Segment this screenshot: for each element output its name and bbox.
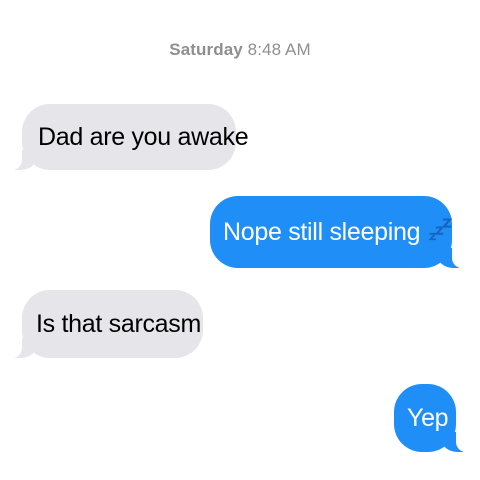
conversation-timestamp: Saturday 8:48 AM <box>0 40 480 60</box>
message-text: Nope still sleeping <box>223 217 421 246</box>
incoming-message-bubble[interactable]: Dad are you awake <box>10 104 249 170</box>
message-text: Yep <box>407 403 449 432</box>
outgoing-message-bubble[interactable]: Yep <box>394 384 468 452</box>
timestamp-day: Saturday <box>169 40 243 59</box>
message-text: Is that sarcasm <box>36 309 201 338</box>
incoming-message-bubble[interactable]: Is that sarcasm <box>10 290 203 358</box>
timestamp-time: 8:48 AM <box>247 40 311 59</box>
sleeping-zzz-icon <box>428 218 452 241</box>
outgoing-message-bubble[interactable]: Nope still sleeping <box>210 196 464 268</box>
message-text: Dad are you awake <box>38 122 249 151</box>
